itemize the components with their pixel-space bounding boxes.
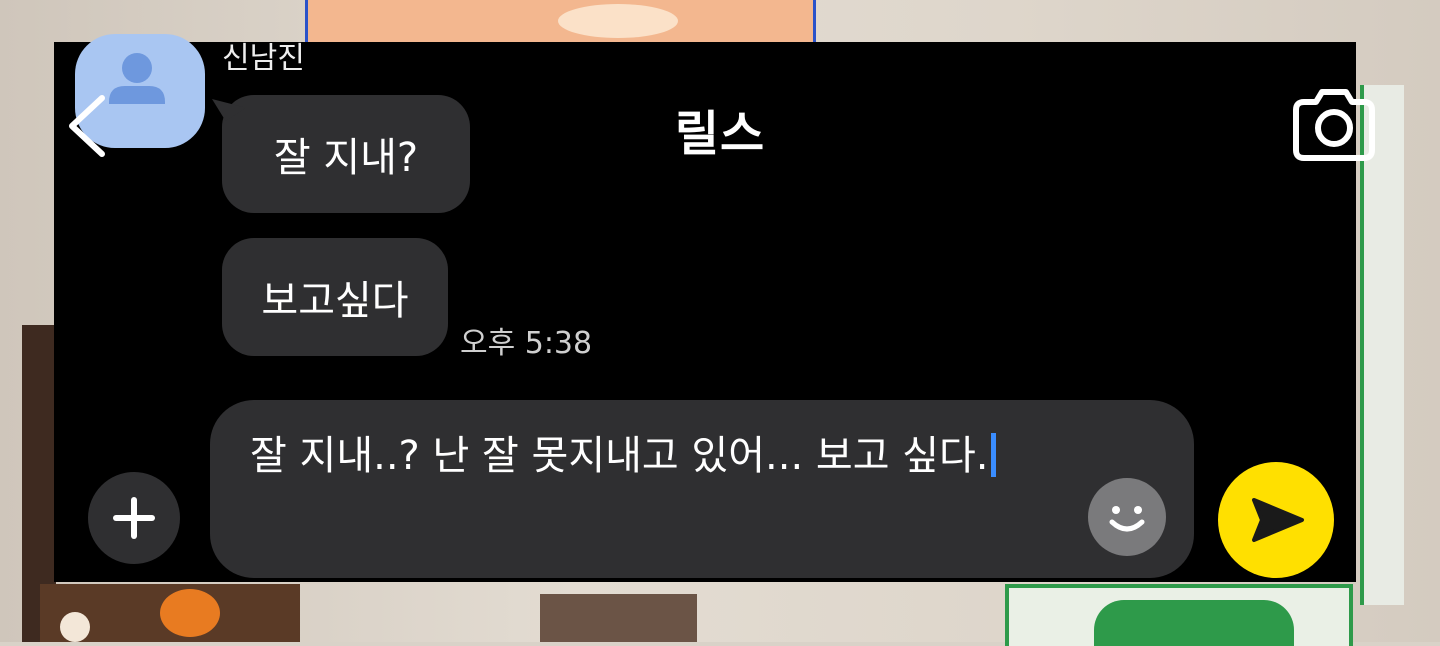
poster-bottom-right [1005,584,1353,646]
message-bubble: 잘 지내? [222,95,470,213]
message-input-text[interactable]: 잘 지내..? 난 잘 못지내고 있어... 보고 싶다. [250,426,1050,486]
message-text: 잘 지내? [273,135,419,181]
message-timestamp: 오후 5:38 [460,326,593,361]
plus-icon [113,497,155,539]
message-input-value: 잘 지내..? 난 잘 못지내고 있어... 보고 싶다. [250,433,989,479]
send-icon [1252,498,1304,542]
send-button[interactable] [1218,462,1334,578]
poster-bottom-center [540,594,697,642]
sender-name: 신남진 [222,41,305,70]
poster-bottom-left [40,584,300,642]
message-input[interactable]: 잘 지내..? 난 잘 못지내고 있어... 보고 싶다. [210,400,1194,578]
camera-icon [1293,89,1375,161]
camera-button[interactable] [1288,80,1380,166]
message-text: 보고싶다 [261,278,409,324]
poster-top [305,0,816,45]
text-caret [990,433,996,477]
smiley-icon [1109,506,1145,532]
emoji-button[interactable] [1088,478,1166,556]
attach-button[interactable] [88,472,180,564]
message-bubble: 보고싶다 [222,238,448,356]
